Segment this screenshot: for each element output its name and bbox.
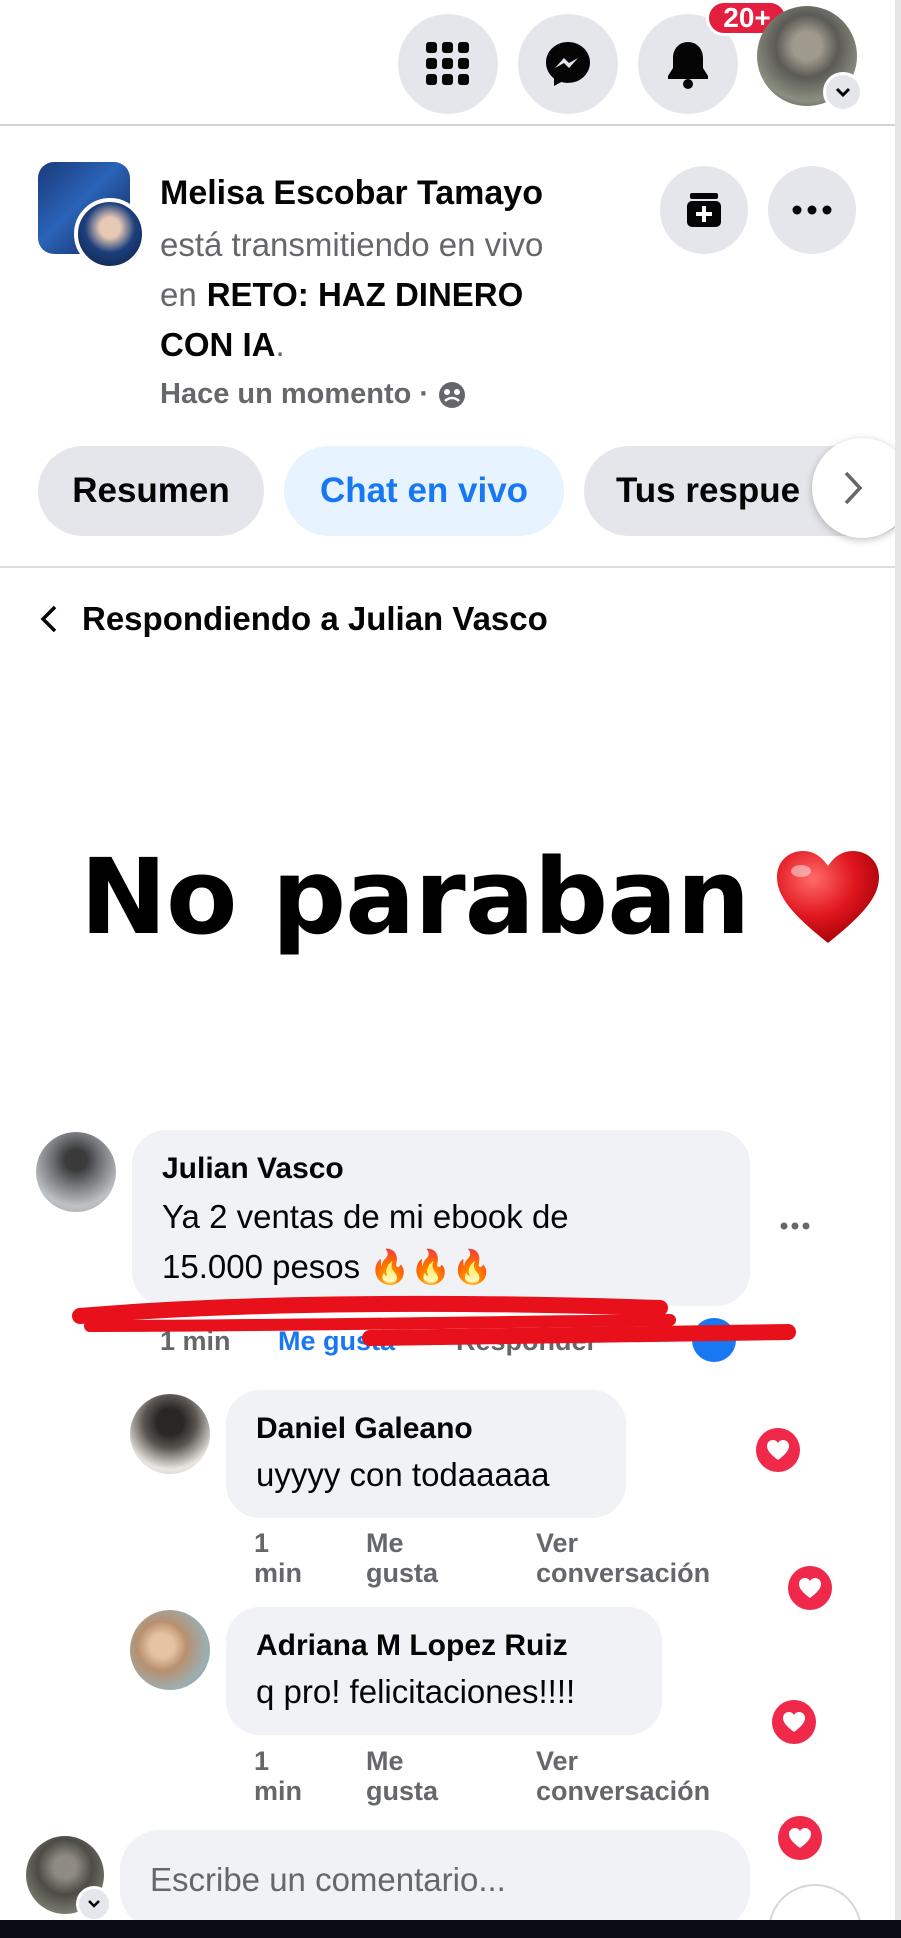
chevron-left-icon[interactable]	[40, 604, 58, 634]
overlay-caption: No paraban	[80, 836, 750, 958]
comment-input-placeholder: Escribe un comentario...	[150, 1861, 506, 1898]
more-horizontal-icon	[792, 205, 832, 215]
time-label: Hace un momento	[160, 378, 412, 410]
comment-bubble: Julian Vasco Ya 2 ventas de mi ebook de …	[132, 1130, 750, 1306]
archive-plus-icon	[687, 193, 721, 227]
comment-avatar-daniel[interactable]	[130, 1394, 210, 1474]
heart-icon	[799, 1578, 821, 1598]
divider	[0, 566, 895, 568]
reply-author[interactable]: Daniel Galeano	[256, 1412, 473, 1446]
reply-like-label-1: Me	[366, 1528, 404, 1558]
chevron-down-icon[interactable]	[823, 72, 863, 112]
heart-react-button[interactable]	[778, 1816, 822, 1860]
bell-icon	[668, 42, 708, 89]
tab-resumen[interactable]: Resumen	[38, 446, 264, 536]
heart-icon	[789, 1828, 811, 1848]
reply-time-unit: min	[254, 1776, 303, 1806]
comment-avatar-julian[interactable]	[36, 1132, 116, 1212]
reply-like-button[interactable]: Me gusta	[366, 1746, 438, 1806]
red-underline-annotation	[72, 1295, 796, 1346]
heart-react-button[interactable]	[772, 1700, 816, 1744]
edge-strip	[895, 0, 901, 1938]
reply-time-value: 1	[254, 1528, 270, 1558]
post-time: Hace un momento ·	[160, 378, 467, 411]
comment-input[interactable]: Escribe un comentario...	[120, 1830, 750, 1920]
reply-like-label-1: Me	[366, 1746, 404, 1776]
view-conversation-label-1: Ver	[536, 1746, 579, 1776]
audience-icon	[439, 381, 466, 408]
reply-like-button[interactable]: Me gusta	[366, 1528, 438, 1588]
heart-icon	[767, 1440, 789, 1460]
heart-react-button[interactable]	[756, 1428, 800, 1472]
view-conversation-label-2: conversación	[536, 1558, 711, 1588]
time-separator: ·	[419, 378, 430, 410]
heart-emoji	[777, 851, 880, 943]
view-conversation-label-2: conversación	[536, 1776, 711, 1806]
top-navigation: 20+	[0, 0, 895, 126]
live-chat-screen: 20+ Melisa Escobar Tamayo está transmiti…	[0, 0, 895, 1920]
host-avatar[interactable]	[74, 198, 146, 270]
reply-time-value: 1	[254, 1746, 270, 1776]
comment-text-line1: Ya 2 ventas de mi ebook de	[162, 1198, 569, 1235]
fire-emojis: 🔥🔥🔥	[369, 1248, 493, 1285]
tab-chat-en-vivo[interactable]: Chat en vivo	[284, 446, 564, 536]
event-title-line1[interactable]: RETO: HAZ DINERO	[207, 276, 524, 314]
messenger-icon	[546, 42, 590, 86]
event-title-line2[interactable]: CON IA	[160, 326, 276, 363]
in-prefix: en	[160, 276, 197, 313]
comment-author[interactable]: Julian Vasco	[162, 1152, 344, 1186]
comment-more-options[interactable]	[780, 1200, 810, 1239]
view-conversation-label-1: Ver	[536, 1528, 579, 1558]
comment-text-line2: 15.000 pesos 🔥🔥🔥	[162, 1242, 493, 1292]
comment-avatar-adriana[interactable]	[130, 1610, 210, 1690]
more-horizontal-icon	[780, 1222, 810, 1230]
reply-bubble: Daniel Galeano uyyyy con todaaaaa	[226, 1390, 626, 1518]
reply-time-unit: min	[254, 1558, 303, 1588]
bottom-bar	[0, 1920, 901, 1938]
reply-author[interactable]: Adriana M Lopez Ruiz	[256, 1629, 568, 1663]
live-status-text: está transmitiendo en vivo	[160, 226, 544, 263]
story-overlay-text: No paraban	[80, 836, 883, 958]
view-conversation-button[interactable]: Ver conversación	[536, 1528, 710, 1588]
more-options-button[interactable]	[768, 166, 856, 254]
reply-bubble: Adriana M Lopez Ruiz q pro! felicitacion…	[226, 1607, 662, 1735]
reply-time: 1 min	[254, 1746, 302, 1806]
heart-icon	[783, 1712, 805, 1732]
host-name[interactable]: Melisa Escobar Tamayo	[160, 174, 543, 213]
reply-text: uyyyy con todaaaaa	[256, 1456, 550, 1493]
reply-time: 1 min	[254, 1528, 302, 1588]
messenger-button[interactable]	[518, 14, 618, 114]
comment-text-value: 15.000 pesos	[162, 1248, 361, 1285]
chevron-right-icon	[844, 471, 863, 505]
reply-like-label-2: gusta	[366, 1776, 439, 1806]
reply-text: q pro! felicitaciones!!!!	[256, 1673, 576, 1710]
save-button[interactable]	[660, 166, 748, 254]
heart-react-button[interactable]	[788, 1566, 832, 1610]
menu-grid-button[interactable]	[398, 14, 498, 114]
menu-grid-icon	[426, 42, 469, 85]
view-conversation-button[interactable]: Ver conversación	[536, 1746, 710, 1806]
replying-header[interactable]: Respondiendo a Julian Vasco	[40, 600, 548, 638]
reply-like-label-2: gusta	[366, 1558, 439, 1588]
event-title-suffix: .	[275, 326, 285, 363]
replying-label: Respondiendo a Julian Vasco	[82, 600, 548, 637]
chevron-down-icon[interactable]	[76, 1886, 112, 1920]
send-button[interactable]	[770, 1886, 860, 1920]
